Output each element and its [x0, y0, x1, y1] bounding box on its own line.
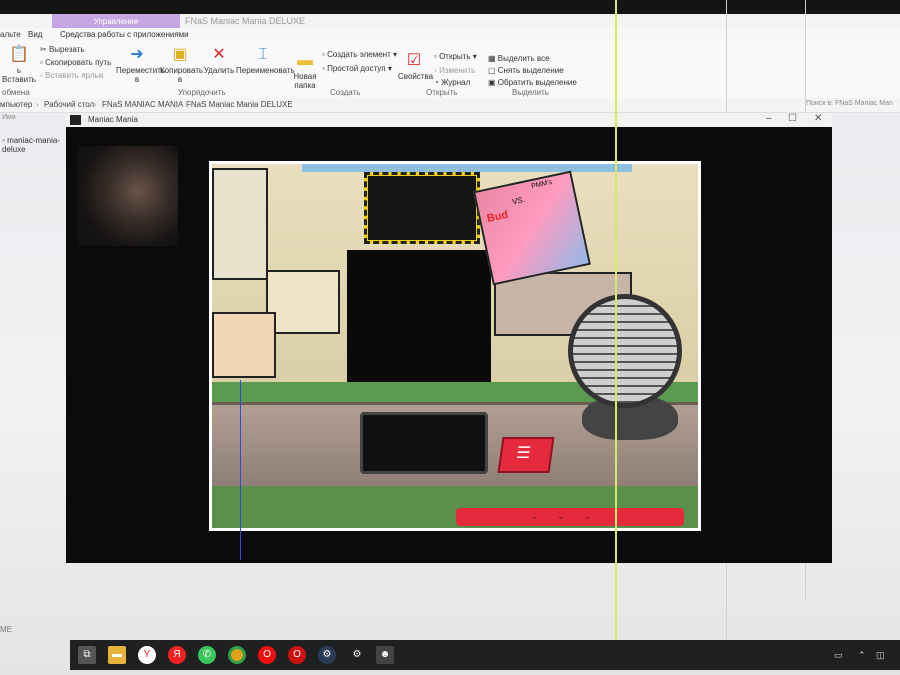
tab-app-tools[interactable]: Средства работы с приложениями — [60, 30, 189, 39]
task-view-icon[interactable]: ⧉ — [78, 646, 96, 664]
file-explorer-icon[interactable]: ▬ — [108, 646, 126, 664]
minimize-icon[interactable]: – — [766, 113, 772, 124]
explorer-window-title: FNaS Maniac Mania DELUXE — [185, 16, 306, 26]
breadcrumb-fnas-maniac-mania[interactable]: FNaS MANIAC MANIA — [102, 100, 183, 109]
game-office-scene[interactable]: Bud VS. PMM's ⌄⌄⌄ — [209, 161, 701, 531]
close-icon[interactable]: ✕ — [814, 113, 822, 124]
new-item-button[interactable]: ▫ Создать элемент ▾ — [322, 50, 397, 59]
breadcrumb-deluxe[interactable]: FNaS Maniac Mania DELUXE — [186, 100, 293, 109]
copy-path-button[interactable]: ▫ Скопировать путь — [40, 58, 111, 67]
maximize-icon[interactable]: ☐ — [788, 113, 797, 124]
copy-folder-icon: ▣ — [172, 46, 188, 63]
ribbon-tabs: альте Вид Средства работы с приложениями — [0, 28, 900, 42]
yandex-browser-icon[interactable]: Y — [138, 646, 156, 664]
red-menu-button[interactable] — [497, 437, 555, 473]
easy-access-button[interactable]: ▫ Простой доступ ▾ — [322, 64, 392, 73]
ribbon: 📋 ь Вставить ✂ Вырезать ▫ Скопировать пу… — [0, 42, 900, 99]
open-group-label: Открыть — [426, 88, 458, 97]
office-doorway[interactable] — [347, 250, 491, 382]
game-window[interactable]: Maniac Mania – ☐ ✕ Bud VS. PMM's ☰ ⌄⌄⌄ — [66, 113, 832, 563]
left-poster-character — [212, 168, 268, 280]
chevron-up-icon[interactable]: ⌃ — [858, 650, 866, 661]
breadcrumb-desktop[interactable]: Рабочий стол — [44, 100, 94, 109]
move-to-button[interactable]: ➜ Переместить в — [116, 46, 165, 84]
organize-group-label: Упорядочить — [178, 88, 226, 97]
game-titlebar[interactable]: Maniac Mania – ☐ ✕ — [66, 113, 832, 127]
character-poster — [212, 312, 276, 378]
paste-button[interactable]: 📋 ь Вставить — [2, 46, 36, 84]
select-none-button[interactable]: ▢ Снять выделение — [488, 66, 564, 75]
edit-button[interactable]: ▫ Изменить — [434, 66, 475, 75]
opera-icon[interactable]: O — [258, 646, 276, 664]
rename-button[interactable]: ⌶ Переименовать — [236, 46, 295, 75]
monitor-screen: Управление FNaS Maniac Mania DELUXE альт… — [0, 0, 900, 675]
select-all-button[interactable]: ▦ Выделить все — [488, 54, 550, 63]
screen-artifact-line — [615, 0, 617, 640]
paste-shortcut-button[interactable]: ▫ Вставить ярлык — [40, 71, 104, 80]
properties-button[interactable]: ☑ Свойства — [398, 52, 433, 81]
chrome-icon[interactable] — [228, 646, 246, 664]
camera-toggle-bar[interactable]: ⌄⌄⌄ — [456, 508, 684, 526]
folder-icon: ▬ — [297, 52, 313, 69]
open-button[interactable]: ▫ Открыть ▾ — [434, 52, 477, 61]
address-bar[interactable]: мпьютер › Рабочий стол › FNaS MANIAC MAN… — [0, 98, 900, 113]
move-icon: ➜ — [130, 46, 144, 63]
taskbar: ⧉ ▬ Y Я ✆ O O ⚙ ⚙ ☻ ▭ ⌃ ◫ — [70, 640, 900, 670]
breadcrumb-separator: › — [94, 100, 97, 109]
new-folder-button[interactable]: ▬ Новая папка — [292, 52, 318, 90]
bud-vs-pmm-poster: Bud VS. PMM's — [473, 170, 591, 286]
vent-hazard-frame[interactable] — [364, 172, 480, 244]
network-icon[interactable]: ◫ — [876, 650, 885, 661]
yandex-icon[interactable]: Я — [168, 646, 186, 664]
tab-view[interactable]: Вид — [28, 30, 42, 39]
office-ceiling — [302, 164, 632, 172]
game-window-title: Maniac Mania — [88, 115, 138, 124]
clipboard-icon: 📋 — [9, 46, 29, 63]
game-app-icon — [70, 115, 81, 125]
delete-button[interactable]: ✕ Удалить — [203, 46, 235, 75]
breadcrumb-computer[interactable]: мпьютер — [0, 100, 32, 109]
clipboard-group-label: обмена — [2, 88, 30, 97]
screen-artifact-line — [240, 380, 241, 560]
maniac-mania-taskbar-icon[interactable]: ☻ — [376, 646, 394, 664]
desk-fan[interactable] — [568, 294, 682, 408]
tab-share[interactable]: альте — [0, 30, 21, 39]
breadcrumb-separator: › — [178, 100, 181, 109]
whatsapp-icon[interactable]: ✆ — [198, 646, 216, 664]
taskbar-edge-label: ME — [0, 625, 12, 634]
invert-selection-button[interactable]: ▣ Обратить выделение — [488, 78, 577, 87]
search-input[interactable]: Поиск в: FNaS Maniac Man — [806, 100, 893, 107]
delete-x-icon: ✕ — [212, 46, 226, 63]
column-header-name[interactable]: Имя — [2, 114, 16, 121]
sun-poster — [266, 270, 340, 334]
create-group-label: Создать — [330, 88, 361, 97]
steam-icon[interactable]: ⚙ — [318, 646, 336, 664]
history-button[interactable]: ◔ Журнал — [434, 78, 470, 87]
properties-check-icon: ☑ — [406, 52, 422, 69]
copy-to-button[interactable]: ▣ Копировать в — [160, 46, 203, 84]
rename-icon: ⌶ — [258, 46, 268, 63]
cut-button[interactable]: ✂ Вырезать — [40, 45, 85, 54]
webcam-overlay — [78, 146, 178, 246]
select-group-label: Выделить — [512, 88, 549, 97]
opera-gx-icon[interactable]: O — [288, 646, 306, 664]
keyboard-icon[interactable]: ▭ — [834, 650, 843, 661]
monitor-tablet[interactable] — [360, 412, 488, 474]
breadcrumb-separator: › — [36, 100, 39, 109]
settings-gear-icon[interactable]: ⚙ — [348, 646, 366, 664]
